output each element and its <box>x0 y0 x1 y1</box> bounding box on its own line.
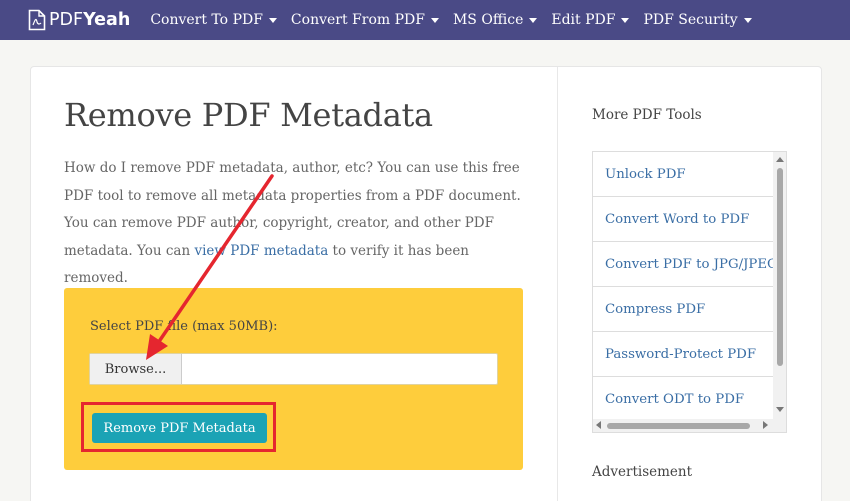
column-divider <box>557 67 558 501</box>
chevron-down-icon <box>743 17 752 23</box>
chevron-down-icon <box>621 17 630 23</box>
menu-convert-to-pdf[interactable]: Convert To PDF <box>150 12 277 28</box>
remove-metadata-button[interactable]: Remove PDF Metadata <box>92 413 267 443</box>
horizontal-scrollbar[interactable] <box>593 419 786 432</box>
highlight-box: Remove PDF Metadata <box>81 402 276 452</box>
sidebar-title: More PDF Tools <box>592 107 702 123</box>
browse-button[interactable]: Browse... <box>90 354 182 384</box>
chevron-down-icon <box>430 17 439 23</box>
scroll-down-icon[interactable] <box>776 407 784 412</box>
tool-compress-pdf[interactable]: Compress PDF <box>593 287 775 332</box>
menu-label: Convert From PDF <box>290 12 425 28</box>
top-navbar: PDFYeah Convert To PDF Convert From PDF … <box>0 0 850 40</box>
page-description: How do I remove PDF metadata, author, et… <box>64 155 524 293</box>
logo-prefix: PDF <box>49 10 84 30</box>
scroll-up-icon[interactable] <box>776 157 784 162</box>
chevron-down-icon <box>268 17 277 23</box>
tool-password-protect-pdf[interactable]: Password-Protect PDF <box>593 332 775 377</box>
chevron-down-icon <box>529 17 538 23</box>
menu-edit-pdf[interactable]: Edit PDF <box>551 12 630 28</box>
file-input[interactable]: Browse... <box>89 353 498 385</box>
vertical-scroll-thumb[interactable] <box>777 168 783 366</box>
menu-convert-from-pdf[interactable]: Convert From PDF <box>291 12 439 28</box>
menu-label: Convert To PDF <box>150 12 263 28</box>
logo-suffix: Yeah <box>83 10 131 30</box>
upload-panel: Select PDF file (max 50MB): Browse... Re… <box>64 288 523 470</box>
pdf-file-icon <box>28 9 46 31</box>
view-metadata-link[interactable]: view PDF metadata <box>194 243 328 259</box>
page-title: Remove PDF Metadata <box>64 96 433 134</box>
menu-ms-office[interactable]: MS Office <box>452 12 538 28</box>
tool-unlock-pdf[interactable]: Unlock PDF <box>593 152 775 197</box>
menu-pdf-security[interactable]: PDF Security <box>643 12 752 28</box>
more-tools-list: Unlock PDF Convert Word to PDF Convert P… <box>592 151 787 433</box>
scroll-right-icon[interactable] <box>763 421 768 429</box>
menu-label: Edit PDF <box>551 12 616 28</box>
tool-convert-word-to-pdf[interactable]: Convert Word to PDF <box>593 197 775 242</box>
site-logo[interactable]: PDFYeah <box>28 9 130 31</box>
tool-convert-pdf-to-jpg[interactable]: Convert PDF to JPG/JPEG <box>593 242 775 287</box>
menu-label: MS Office <box>452 12 524 28</box>
tool-convert-odt-to-pdf[interactable]: Convert ODT to PDF <box>593 377 775 422</box>
main-menu: Convert To PDF Convert From PDF MS Offic… <box>150 12 765 28</box>
horizontal-scroll-thumb[interactable] <box>607 423 750 429</box>
file-select-label: Select PDF file (max 50MB): <box>90 319 278 334</box>
menu-label: PDF Security <box>643 12 738 28</box>
vertical-scrollbar[interactable] <box>773 152 786 420</box>
scroll-left-icon[interactable] <box>596 421 601 429</box>
advertisement-label: Advertisement <box>592 464 693 480</box>
